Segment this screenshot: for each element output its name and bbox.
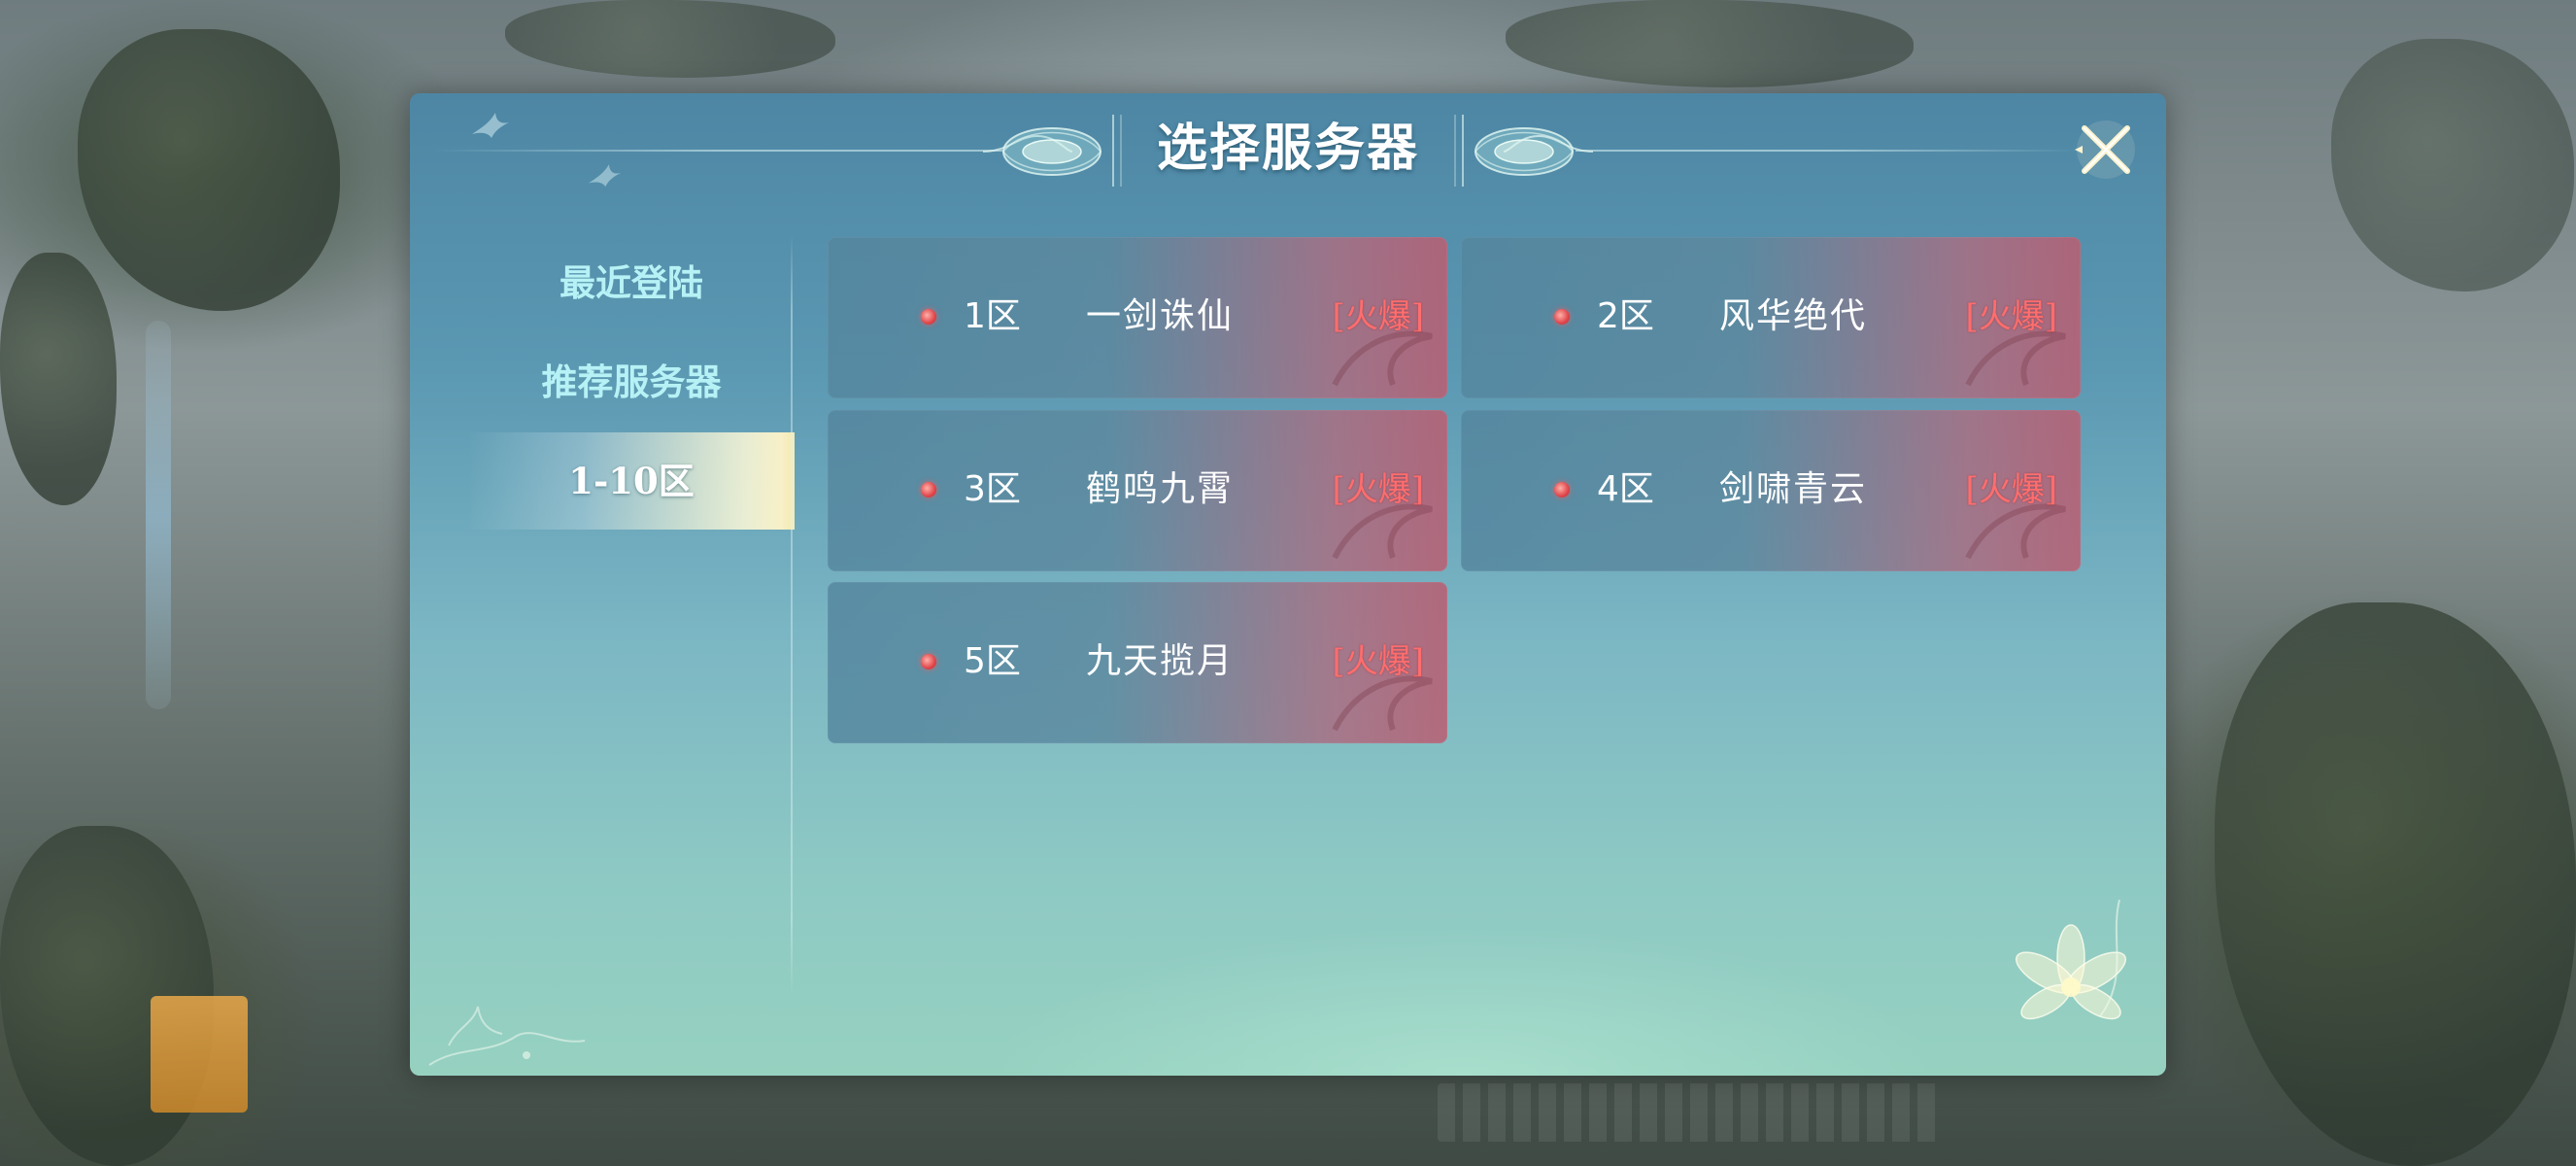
dialog-title: 选择服务器 bbox=[1156, 119, 1419, 178]
sidebar-item-label: 1-10区 bbox=[568, 460, 695, 502]
server-zone: 5区 bbox=[964, 641, 1021, 681]
sidebar-item-recent-login[interactable]: 最近登陆 bbox=[468, 234, 795, 331]
server-zone: 1区 bbox=[964, 296, 1021, 336]
background-rock bbox=[2331, 39, 2574, 292]
lotus-flower-icon bbox=[2016, 899, 2126, 1020]
server-name: 鹤鸣九霄 bbox=[1086, 469, 1235, 509]
swallow-icon bbox=[472, 113, 509, 138]
server-card-5[interactable]: 5区 九天揽月 [火爆] bbox=[828, 582, 1447, 743]
lotus-ornament-icon bbox=[982, 115, 1122, 187]
status-dot-icon bbox=[1554, 309, 1570, 325]
swirl-decoration-icon bbox=[1965, 503, 2066, 560]
swirl-decoration-icon bbox=[1965, 330, 2066, 387]
status-dot-icon bbox=[921, 482, 936, 497]
dialog-title-bar: 选择服务器 bbox=[410, 93, 2166, 210]
server-zone: 2区 bbox=[1597, 296, 1654, 336]
background-rock bbox=[0, 253, 117, 505]
server-name: 剑啸青云 bbox=[1719, 469, 1868, 509]
background-rock bbox=[1506, 0, 1914, 87]
background-rock bbox=[78, 29, 340, 311]
swirl-decoration-icon bbox=[1332, 675, 1433, 732]
status-dot-icon bbox=[921, 309, 936, 325]
lotus-ornament-icon bbox=[1454, 115, 1594, 187]
background-rock bbox=[505, 0, 835, 78]
crane-decoration-icon bbox=[428, 1006, 586, 1066]
sidebar-item-zone-1-10[interactable]: 1-10区 bbox=[468, 432, 795, 530]
background-rock bbox=[2215, 602, 2576, 1166]
sidebar-item-label: 推荐服务器 bbox=[541, 360, 722, 403]
server-name: 九天揽月 bbox=[1086, 641, 1235, 681]
swirl-decoration-icon bbox=[1332, 330, 1433, 387]
server-category-sidebar: 最近登陆 推荐服务器 1-10区 bbox=[410, 234, 795, 1002]
server-card-2[interactable]: 2区 风华绝代 [火爆] bbox=[1461, 237, 2081, 398]
background-waterfall bbox=[146, 321, 171, 709]
swirl-decoration-icon bbox=[1332, 503, 1433, 560]
server-card-4[interactable]: 4区 剑啸青云 [火爆] bbox=[1461, 410, 2081, 571]
side-tab-button[interactable] bbox=[151, 996, 248, 1113]
server-zone: 3区 bbox=[964, 469, 1021, 509]
status-dot-icon bbox=[1554, 482, 1570, 497]
swallow-icon bbox=[588, 164, 622, 188]
sidebar-item-label: 最近登陆 bbox=[559, 261, 703, 304]
status-dot-icon bbox=[921, 654, 936, 669]
server-zone: 4区 bbox=[1597, 469, 1654, 509]
sidebar-item-recommended[interactable]: 推荐服务器 bbox=[468, 333, 795, 430]
server-name: 一剑诛仙 bbox=[1086, 296, 1235, 336]
server-select-dialog: 选择服务器 最近登陆 推荐服务器 1-10区 1区 一剑诛仙 [火爆] 2区 风… bbox=[410, 93, 2166, 1076]
sidebar-divider bbox=[791, 234, 793, 997]
server-name: 风华绝代 bbox=[1719, 296, 1868, 336]
title-divider-left bbox=[429, 150, 1002, 152]
title-divider-right bbox=[1576, 150, 2081, 152]
close-icon[interactable] bbox=[2071, 115, 2141, 185]
server-card-1[interactable]: 1区 一剑诛仙 [火爆] bbox=[828, 237, 1447, 398]
background-notice-text bbox=[1438, 1083, 1943, 1142]
server-card-3[interactable]: 3区 鹤鸣九霄 [火爆] bbox=[828, 410, 1447, 571]
